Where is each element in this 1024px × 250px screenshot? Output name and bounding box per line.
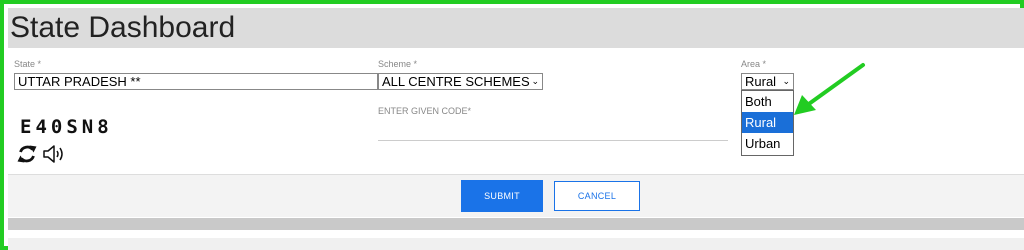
area-option-urban[interactable]: Urban bbox=[742, 133, 793, 154]
refresh-icon[interactable] bbox=[16, 143, 38, 165]
chevron-down-icon: ⌄ bbox=[531, 76, 539, 86]
scheme-select[interactable]: ALL CENTRE SCHEMES ⌄ bbox=[378, 73, 543, 90]
area-label: Area * bbox=[741, 59, 767, 69]
area-option-rural[interactable]: Rural bbox=[742, 112, 793, 133]
green-arrow-icon bbox=[794, 63, 865, 115]
divider-band bbox=[8, 218, 1024, 230]
area-dropdown-list: Both Rural Urban bbox=[741, 90, 794, 156]
screenshot-frame: State Dashboard State * UTTAR PRADESH **… bbox=[0, 0, 1024, 250]
area-value: Rural bbox=[745, 74, 777, 89]
state-value: UTTAR PRADESH ** bbox=[18, 74, 141, 89]
page-title: State Dashboard bbox=[10, 11, 236, 44]
title-bar: State Dashboard bbox=[8, 8, 1024, 48]
chevron-down-icon: ⌄ bbox=[782, 76, 790, 86]
scheme-label: Scheme * bbox=[378, 59, 418, 69]
page-content: State Dashboard State * UTTAR PRADESH **… bbox=[8, 8, 1024, 250]
area-option-both[interactable]: Both bbox=[742, 91, 793, 112]
captcha-input-label: ENTER GIVEN CODE* bbox=[378, 106, 472, 116]
state-label: State * bbox=[14, 59, 42, 69]
captcha-code: E40SN8 bbox=[20, 116, 113, 138]
submit-button[interactable]: SUBMIT bbox=[461, 180, 543, 212]
speaker-icon[interactable] bbox=[42, 143, 66, 165]
captcha-input[interactable] bbox=[378, 120, 728, 141]
bottom-band bbox=[8, 238, 1024, 250]
scheme-value: ALL CENTRE SCHEMES bbox=[382, 74, 530, 89]
state-select[interactable]: UTTAR PRADESH ** bbox=[14, 73, 378, 90]
area-select[interactable]: Rural ⌄ bbox=[741, 73, 794, 90]
cancel-button[interactable]: CANCEL bbox=[554, 181, 640, 211]
